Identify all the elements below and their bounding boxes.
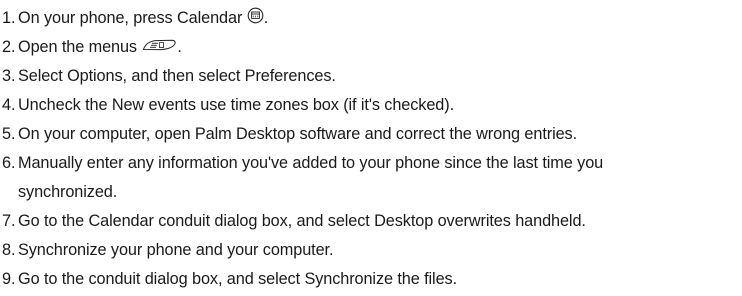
step-number: 2. (2, 38, 16, 56)
step-text: Synchronize your phone and your computer… (18, 241, 334, 259)
step-number: 8. (2, 241, 16, 259)
step-4: 4. Uncheck the New events use time zones… (2, 91, 740, 120)
instructions-page: 1. On your phone, press Calendar . 2. Op… (0, 0, 742, 296)
step-text: On your phone, press Calendar (18, 9, 243, 27)
step-number: 4. (2, 96, 16, 114)
step-6: 6. Manually enter any information you've… (2, 149, 668, 207)
step-number: 1. (2, 9, 16, 27)
step-text: Uncheck the New events use time zones bo… (18, 96, 454, 114)
step-5: 5. On your computer, open Palm Desktop s… (2, 120, 740, 149)
step-number: 6. (2, 154, 16, 172)
step-suffix: . (177, 38, 182, 56)
step-text: Select Options, and then select Preferen… (18, 67, 336, 85)
step-9: 9. Go to the conduit dialog box, and sel… (2, 265, 740, 294)
step-1: 1. On your phone, press Calendar . (2, 4, 740, 33)
steps-list: 1. On your phone, press Calendar . 2. Op… (2, 4, 740, 294)
calendar-button-icon (247, 7, 264, 24)
menu-button-icon (141, 38, 177, 52)
step-text: Open the menus (18, 38, 137, 56)
step-text: Go to the Calendar conduit dialog box, a… (18, 212, 586, 230)
step-text: On your computer, open Palm Desktop soft… (18, 125, 578, 143)
step-8: 8. Synchronize your phone and your compu… (2, 236, 740, 265)
step-number: 5. (2, 125, 16, 143)
step-3: 3. Select Options, and then select Prefe… (2, 62, 740, 91)
step-number: 9. (2, 270, 16, 288)
step-number: 3. (2, 67, 16, 85)
step-suffix: . (263, 9, 269, 27)
step-text: Go to the conduit dialog box, and select… (18, 270, 457, 288)
step-text: Manually enter any information you've ad… (18, 154, 604, 201)
step-7: 7. Go to the Calendar conduit dialog box… (2, 207, 740, 236)
step-2: 2. Open the menus . (2, 33, 740, 62)
step-number: 7. (2, 212, 16, 230)
